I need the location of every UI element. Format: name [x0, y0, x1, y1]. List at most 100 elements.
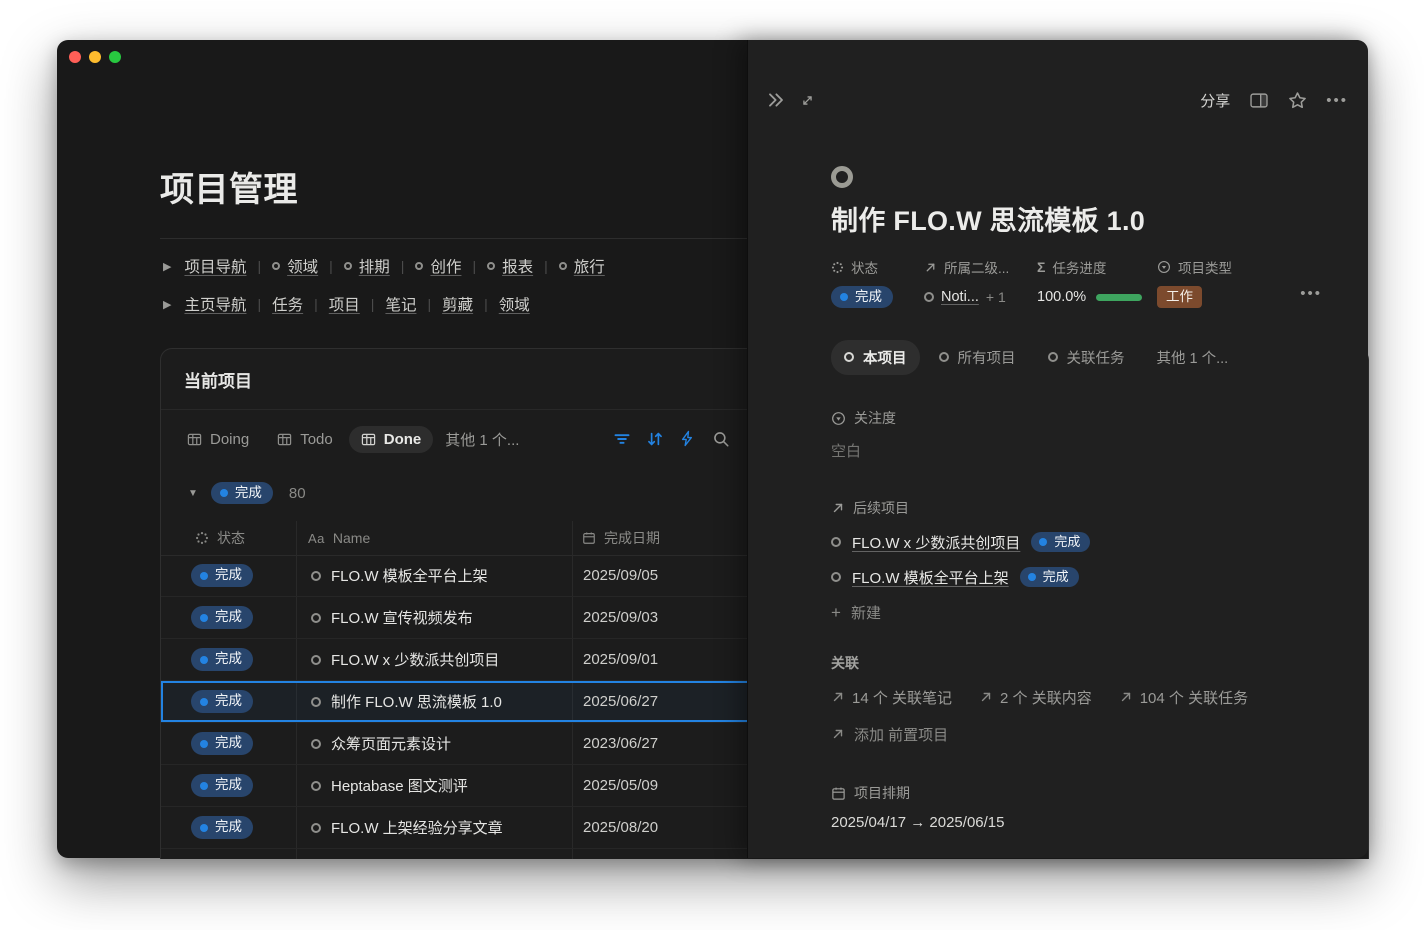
- relation-count-link[interactable]: 14 个 关联笔记: [831, 687, 952, 708]
- linked-view-tab[interactable]: 关联任务: [1035, 340, 1138, 375]
- progress-percent: 100.0%: [1037, 289, 1086, 305]
- collapse-group-icon[interactable]: ▼: [188, 488, 198, 499]
- filter-icon[interactable]: [613, 430, 631, 448]
- linked-view-tab[interactable]: 本项目: [831, 340, 920, 375]
- page-circle-icon[interactable]: [831, 166, 853, 188]
- more-views-button[interactable]: 其他 1 个...: [445, 429, 519, 450]
- status-badge: 完成: [191, 606, 253, 628]
- page-circle-icon: [311, 571, 321, 581]
- window-controls: [69, 51, 121, 63]
- linked-view-tab[interactable]: 其他 1 个...: [1144, 340, 1242, 375]
- property-label: 项目排期: [854, 783, 910, 803]
- relation-count-label: 104 个 关联任务: [1140, 687, 1248, 708]
- toggle-right-icon[interactable]: ▶: [163, 260, 171, 273]
- attention-empty-value[interactable]: 空白: [831, 440, 1332, 462]
- status-value[interactable]: 完成: [831, 284, 924, 310]
- schedule-date-range[interactable]: 2025/04/17 → 2025/06/15: [831, 814, 1332, 836]
- relations-section: 关联 14 个 关联笔记: [831, 653, 1332, 746]
- parent-page-link[interactable]: Noti...: [941, 289, 979, 305]
- status-cell: 完成: [161, 648, 296, 670]
- nav-link[interactable]: 项目: [329, 293, 360, 315]
- status-badge: 完成: [191, 648, 253, 670]
- column-header-name[interactable]: Aa Name: [296, 530, 572, 546]
- nav-link[interactable]: 项目导航: [184, 255, 246, 277]
- nav-link[interactable]: 排期: [359, 255, 390, 277]
- sort-icon[interactable]: [646, 430, 664, 448]
- relation-links: 14 个 关联笔记 2 个 关联内容: [831, 686, 1332, 708]
- favorite-star-icon[interactable]: [1288, 91, 1307, 110]
- fullscreen-window-button[interactable]: [109, 51, 121, 63]
- database-toolbar: [613, 423, 730, 455]
- nav-link[interactable]: 笔记: [385, 293, 416, 315]
- more-options-icon[interactable]: •••: [1326, 93, 1348, 108]
- nav-link[interactable]: 剪藏: [442, 293, 473, 315]
- name-cell: 众筹页面元素设计: [296, 733, 572, 754]
- nav-item: 创作: [390, 255, 462, 277]
- status-label: 完成: [215, 651, 242, 667]
- name-cell: 制作 FLO.W 思流模板 1.0: [296, 691, 572, 712]
- nav-link[interactable]: 旅行: [574, 255, 605, 277]
- property-follow-up[interactable]: 后续项目: [831, 497, 1332, 519]
- project-name: 制作 FLO.W 思流模板 1.0: [331, 691, 502, 712]
- nav-link[interactable]: 领域: [287, 255, 318, 277]
- schedule-section: 项目排期 2025/04/17 → 2025/06/15: [831, 782, 1332, 836]
- linked-view-tab[interactable]: 所有项目: [926, 340, 1029, 375]
- property-label: 后续项目: [853, 498, 909, 518]
- nav-link[interactable]: 任务: [272, 293, 303, 315]
- view-tab[interactable]: Doing: [175, 426, 261, 453]
- property-attention[interactable]: 关注度: [831, 407, 1332, 429]
- status-badge: 完成: [191, 564, 253, 586]
- expand-page-icon[interactable]: [800, 93, 815, 108]
- nav-link[interactable]: 主页导航: [184, 293, 246, 315]
- follow-up-item[interactable]: FLO.W 模板全平台上架 完成: [831, 565, 1332, 589]
- property-status[interactable]: 状态: [831, 256, 924, 278]
- name-cell: FLO.W x 少数派共创项目: [296, 649, 572, 670]
- more-properties-icon[interactable]: •••: [1300, 286, 1322, 301]
- property-type[interactable]: 项目类型: [1157, 256, 1232, 278]
- follow-up-page-link[interactable]: FLO.W x 少数派共创项目: [852, 532, 1020, 553]
- share-button[interactable]: 分享: [1200, 90, 1230, 111]
- property-label: 状态: [851, 257, 878, 277]
- nav-link[interactable]: 报表: [502, 255, 533, 277]
- nav-link[interactable]: 创作: [430, 255, 461, 277]
- status-badge: 完成: [191, 816, 253, 838]
- view-tab[interactable]: Done: [349, 426, 434, 453]
- relation-count-link[interactable]: 2 个 关联内容: [979, 687, 1092, 708]
- minimize-window-button[interactable]: [89, 51, 101, 63]
- property-parent[interactable]: 所属二级...: [924, 256, 1037, 278]
- peek-panel: 分享 ••• 制作 FLO.W 思流模板 1.0: [747, 40, 1368, 858]
- parent-value[interactable]: Noti... + 1: [924, 284, 1037, 310]
- arrow-up-right-icon: [831, 690, 845, 704]
- group-count: 80: [289, 485, 306, 502]
- add-predecessor-link[interactable]: 添加 前置项目: [831, 723, 948, 745]
- status-label: 完成: [855, 289, 882, 305]
- toggle-block-home-nav: ▶ 主页导航 任务 项目 笔记: [163, 291, 530, 317]
- page-circle-icon: [311, 613, 321, 623]
- close-window-button[interactable]: [69, 51, 81, 63]
- status-dot-icon: [200, 782, 208, 790]
- nav-link[interactable]: 领域: [499, 293, 530, 315]
- peek-page-title[interactable]: 制作 FLO.W 思流模板 1.0: [831, 202, 1332, 240]
- type-value[interactable]: 工作: [1157, 284, 1232, 310]
- nav-item: 领域: [473, 293, 530, 315]
- close-peek-double-chevron-icon[interactable]: [766, 90, 786, 110]
- relation-count-link[interactable]: 104 个 关联任务: [1119, 687, 1248, 708]
- side-peek-icon[interactable]: [1249, 92, 1269, 109]
- property-schedule[interactable]: 项目排期: [831, 782, 1332, 804]
- nav-item: 领域: [246, 255, 318, 277]
- follow-up-item[interactable]: FLO.W x 少数派共创项目 完成: [831, 530, 1332, 554]
- relation-count-label: 2 个 关联内容: [1000, 687, 1092, 708]
- status-dot-icon: [200, 572, 208, 580]
- toggle-right-icon[interactable]: ▶: [163, 298, 171, 311]
- add-new-button[interactable]: + 新建: [831, 600, 1332, 624]
- page-title: 项目管理: [160, 162, 298, 211]
- view-tab[interactable]: Todo: [265, 426, 345, 453]
- follow-up-page-link[interactable]: FLO.W 模板全平台上架: [852, 567, 1009, 588]
- group-header: ▼ 完成 80: [188, 480, 306, 506]
- automation-lightning-icon[interactable]: [679, 430, 697, 448]
- property-label: 所属二级...: [944, 257, 1009, 277]
- search-icon[interactable]: [712, 430, 730, 448]
- column-header-status[interactable]: 状态: [161, 528, 296, 548]
- nav-item: 任务: [246, 293, 303, 315]
- property-progress[interactable]: Σ 任务进度: [1037, 256, 1157, 278]
